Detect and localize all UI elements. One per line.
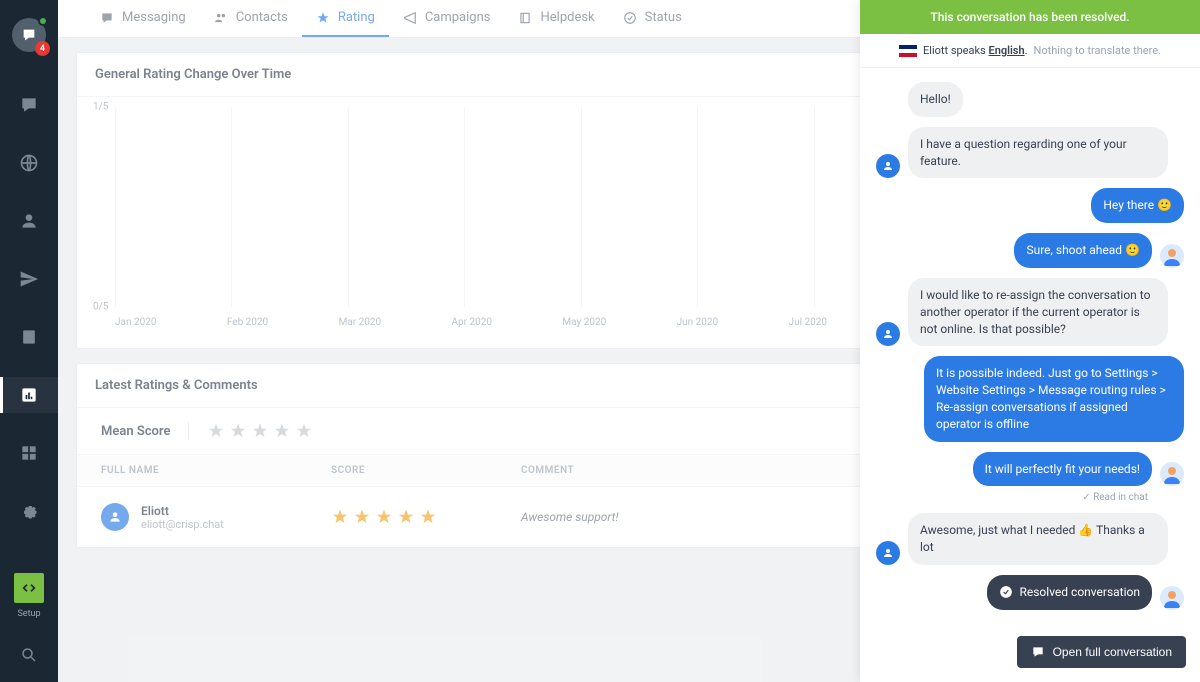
notification-badge: 4	[35, 41, 50, 56]
x-tick: Apr 2020	[452, 317, 493, 328]
message-bubble: Hey there 🙂	[1091, 188, 1184, 223]
tab-status[interactable]: Status	[609, 0, 696, 37]
message-row: I would like to re-assign the conversati…	[876, 278, 1184, 346]
open-full-conversation-button[interactable]: Open full conversation	[1017, 636, 1186, 668]
resolved-banner: This conversation has been resolved.	[860, 0, 1200, 34]
operator-avatar-icon	[1160, 586, 1184, 610]
user-avatar-icon	[876, 154, 900, 178]
language-link[interactable]: English	[988, 44, 1024, 57]
x-tick: May 2020	[562, 317, 606, 328]
user-email: eliott@crisp.chat	[141, 518, 224, 531]
setup-button[interactable]: Setup	[14, 573, 44, 619]
flag-icon	[899, 45, 917, 57]
message-bubble: Awesome, just what I needed 👍 Thanks a l…	[908, 513, 1168, 565]
read-receipt: ✓ Read in chat	[876, 492, 1184, 503]
user-avatar-icon	[876, 541, 900, 565]
chart-title: General Rating Change Over Time	[95, 67, 291, 82]
comment-text: Awesome support!	[521, 510, 891, 524]
chat-body[interactable]: Hello! I have a question regarding one of…	[860, 68, 1200, 622]
message-row: Hello!	[876, 82, 1184, 117]
message-row: I have a question regarding one of your …	[876, 127, 1184, 179]
message-bubble: I have a question regarding one of your …	[908, 127, 1168, 179]
nav-contacts-icon[interactable]	[0, 203, 58, 239]
x-tick: Jan 2020	[115, 317, 156, 328]
nav-globe-icon[interactable]	[0, 145, 58, 181]
search-icon[interactable]	[0, 646, 58, 664]
message-row: It is possible indeed. Just go to Settin…	[876, 356, 1184, 441]
user-avatar-icon	[876, 322, 900, 346]
tab-rating[interactable]: Rating	[302, 0, 389, 37]
user-name: Eliott	[141, 504, 224, 518]
mean-stars	[207, 422, 313, 440]
y-tick: 0/5	[93, 302, 108, 313]
mean-score-label: Mean Score	[101, 424, 170, 439]
x-tick: Feb 2020	[227, 317, 268, 328]
x-tick: Jul 2020	[789, 317, 827, 328]
message-bubble: Sure, shoot ahead 🙂	[1014, 233, 1152, 268]
x-tick: Jun 2020	[677, 317, 719, 328]
tab-helpdesk[interactable]: Helpdesk	[504, 0, 608, 37]
x-tick: Mar 2020	[339, 317, 382, 328]
operator-avatar-icon	[1160, 462, 1184, 486]
tab-campaigns[interactable]: Campaigns	[389, 0, 505, 37]
message-row: It will perfectly fit your needs!	[876, 452, 1184, 487]
score-stars	[331, 508, 521, 526]
nav-send-icon[interactable]	[0, 261, 58, 297]
sidebar: 4 Setup	[0, 0, 58, 682]
message-bubble: I would like to re-assign the conversati…	[908, 278, 1168, 346]
nav-book-icon[interactable]	[0, 319, 58, 355]
message-bubble: Hello!	[908, 82, 963, 117]
operator-avatar-icon	[1160, 244, 1184, 268]
message-row: Hey there 🙂	[876, 188, 1184, 223]
logo[interactable]: 4	[12, 18, 46, 52]
nav-settings-icon[interactable]	[0, 493, 58, 529]
nav-analytics-icon[interactable]	[0, 377, 58, 413]
language-bar: Eliott speaks English. Nothing to transl…	[860, 34, 1200, 68]
resolved-pill: Resolved conversation	[987, 575, 1152, 610]
nav-apps-icon[interactable]	[0, 435, 58, 471]
y-tick: 1/5	[93, 102, 108, 113]
chat-panel: This conversation has been resolved. Eli…	[860, 0, 1200, 682]
tab-messaging[interactable]: Messaging	[86, 0, 200, 37]
message-bubble: It will perfectly fit your needs!	[973, 452, 1152, 487]
status-online-dot	[38, 16, 48, 26]
message-row: Resolved conversation	[876, 575, 1184, 610]
tab-contacts[interactable]: Contacts	[200, 0, 302, 37]
message-row: Sure, shoot ahead 🙂	[876, 233, 1184, 268]
message-bubble: It is possible indeed. Just go to Settin…	[924, 356, 1184, 441]
message-row: Awesome, just what I needed 👍 Thanks a l…	[876, 513, 1184, 565]
user-avatar-icon	[101, 503, 129, 531]
ratings-title: Latest Ratings & Comments	[95, 378, 258, 393]
nav-messaging-icon[interactable]	[0, 87, 58, 123]
